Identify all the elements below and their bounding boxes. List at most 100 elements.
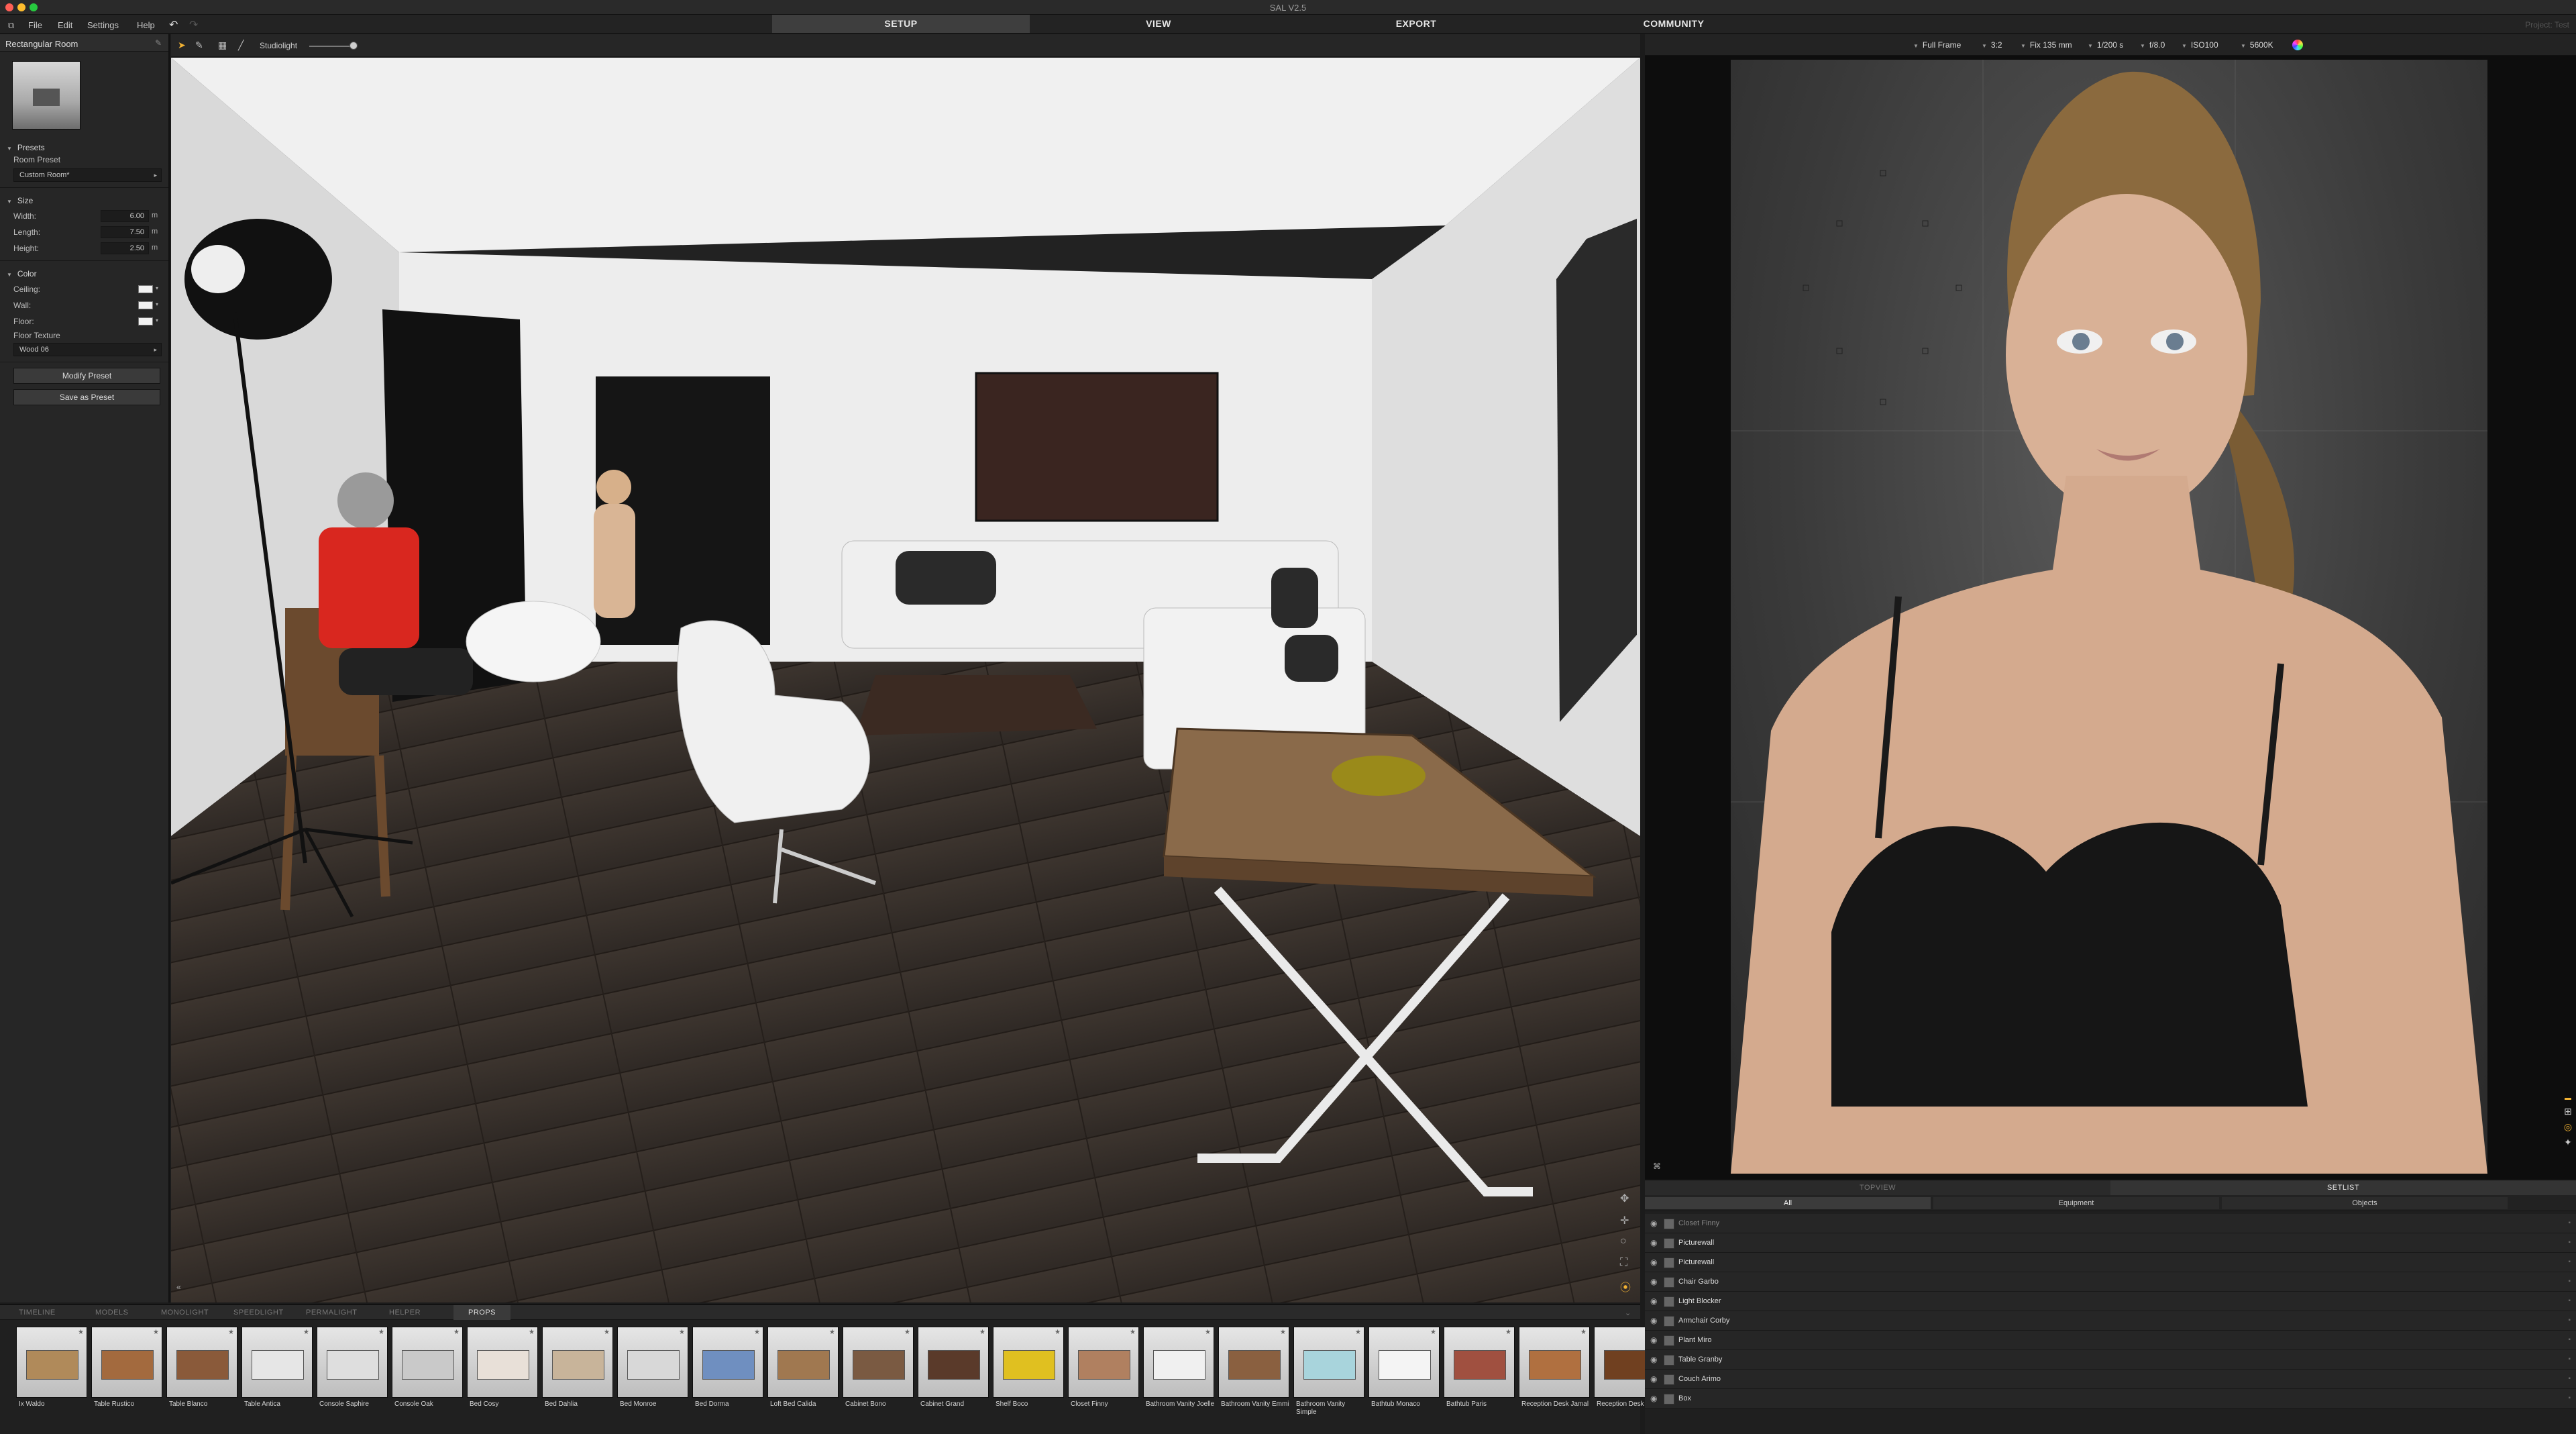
lock-icon[interactable]: ▪ (2568, 1278, 2571, 1285)
prop-item[interactable]: ★ Closet Finny (1068, 1327, 1139, 1427)
length-field[interactable]: 7.50 (101, 226, 149, 238)
filter-equipment[interactable]: Equipment (1933, 1197, 2219, 1209)
slider-handle[interactable] (350, 42, 358, 50)
save-as-preset-button[interactable]: Save as Preset (13, 389, 160, 405)
setlist-row[interactable]: ◉ Box ▪ (1645, 1389, 2576, 1409)
filter-all[interactable]: All (1645, 1197, 1931, 1209)
favorite-icon[interactable]: ★ (979, 1329, 985, 1336)
favorite-icon[interactable]: ★ (453, 1329, 460, 1336)
eye-icon[interactable]: ◉ (1650, 1219, 1657, 1228)
setlist-row[interactable]: ◉ Closet Finny ▪ (1645, 1214, 2576, 1233)
lens-dropdown[interactable]: ▼ Fix 135 mm (2021, 40, 2072, 50)
iso-dropdown[interactable]: ▼ ISO100 (2182, 40, 2218, 50)
prop-item[interactable]: ★ Console Oak (392, 1327, 463, 1427)
studiolight-slider[interactable] (309, 46, 355, 47)
tab-view[interactable]: VIEW (1030, 15, 1287, 33)
menu-settings[interactable]: Settings (87, 20, 119, 30)
tab-helper[interactable]: HELPER (389, 1309, 421, 1317)
setlist-row[interactable]: ◉ Armchair Corby ▪ (1645, 1311, 2576, 1331)
prop-item[interactable]: ★ Reception Desk Jamal (1519, 1327, 1590, 1427)
link-icon[interactable]: ⌘ (1653, 1162, 1661, 1171)
eye-icon[interactable]: ◉ (1650, 1296, 1657, 1306)
3d-viewport[interactable]: ➤ ✎ ▦ ╱ Studiolight ✥ ✛ ○ ⛶ ⦿ « (171, 34, 1640, 1302)
focus-point[interactable] (1836, 220, 1843, 227)
chevron-down-icon[interactable]: ▾ (156, 317, 158, 323)
favorite-icon[interactable]: ★ (1505, 1329, 1511, 1336)
color-section[interactable]: ▼ Color (0, 265, 168, 281)
aspect-dropdown[interactable]: ▼ 3:2 (1982, 40, 2002, 50)
prop-item[interactable]: ★ Table Rustico (91, 1327, 162, 1427)
tab-monolight[interactable]: MONOLIGHT (161, 1309, 209, 1317)
lock-icon[interactable]: ▪ (2568, 1239, 2571, 1246)
setlist-row[interactable]: ◉ Plant Miro ▪ (1645, 1331, 2576, 1350)
filter-objects[interactable]: Objects (2222, 1197, 2508, 1209)
setlist-row[interactable]: ◉ Couch Arimo ▪ (1645, 1370, 2576, 1389)
floor-texture-dropdown[interactable]: Wood 06 ▸ (13, 343, 162, 356)
undo-icon[interactable]: ↶ (169, 18, 178, 32)
aperture-dropdown[interactable]: ▼ f/8.0 (2140, 40, 2165, 50)
floor-color-swatch[interactable] (138, 317, 153, 325)
focus-point[interactable] (1955, 285, 1962, 291)
lock-icon[interactable]: ▪ (2568, 1258, 2571, 1266)
favorite-icon[interactable]: ★ (1355, 1329, 1361, 1336)
focus-mode-icon[interactable]: ◎ (2560, 1121, 2576, 1133)
menu-help[interactable]: Help (137, 20, 155, 30)
prop-item[interactable]: ★ Table Antica (241, 1327, 313, 1427)
grid-icon[interactable]: ▦ (218, 40, 227, 51)
favorite-icon[interactable]: ★ (78, 1329, 84, 1336)
prop-item[interactable]: ★ Cabinet Grand (918, 1327, 989, 1427)
focus-point[interactable] (1880, 170, 1886, 176)
favorite-icon[interactable]: ★ (378, 1329, 384, 1336)
tab-export[interactable]: EXPORT (1287, 15, 1545, 33)
tab-props[interactable]: PROPS (453, 1305, 511, 1320)
tab-timeline[interactable]: TIMELINE (19, 1309, 56, 1317)
collapse-library-icon[interactable]: ⌄ (1625, 1309, 1631, 1317)
chevron-down-icon[interactable]: ▾ (156, 285, 158, 291)
tab-speedlight[interactable]: SPEEDLIGHT (233, 1309, 284, 1317)
prop-item[interactable]: ★ Ix Waldo (16, 1327, 87, 1427)
eye-icon[interactable]: ◉ (1650, 1238, 1657, 1247)
grid-overlay-icon[interactable]: ⊞ (2560, 1106, 2576, 1117)
favorite-icon[interactable]: ★ (604, 1329, 610, 1336)
prop-item[interactable]: ★ Bed Dahlia (542, 1327, 613, 1427)
prop-item[interactable]: ★ Bathroom Vanity Joelle (1143, 1327, 1214, 1427)
favorite-icon[interactable]: ★ (228, 1329, 234, 1336)
menu-edit[interactable]: Edit (58, 20, 72, 30)
eye-icon[interactable]: ◉ (1650, 1258, 1657, 1267)
room-preset-dropdown[interactable]: Custom Room* ▸ (13, 168, 162, 182)
menu-file[interactable]: File (28, 20, 42, 30)
settings-icon[interactable]: ✦ (2560, 1137, 2576, 1148)
favorite-icon[interactable]: ★ (679, 1329, 685, 1336)
camera-view-icon[interactable]: ⦿ (1620, 1278, 1631, 1294)
prop-item[interactable]: ★ Shelf Boco (993, 1327, 1064, 1427)
favorite-icon[interactable]: ★ (1130, 1329, 1136, 1336)
presets-section[interactable]: ▼ Presets (0, 139, 168, 155)
setlist-row[interactable]: ◉ Light Blocker ▪ (1645, 1292, 2576, 1311)
favorite-icon[interactable]: ★ (829, 1329, 835, 1336)
height-field[interactable]: 2.50 (101, 242, 149, 254)
zoom-view-icon[interactable]: ○ (1620, 1235, 1627, 1247)
prop-item[interactable]: ★ Bathtub Paris (1444, 1327, 1515, 1427)
prop-item[interactable]: ★ Bathtub Monaco (1368, 1327, 1440, 1427)
favorite-icon[interactable]: ★ (754, 1329, 760, 1336)
favorite-icon[interactable]: ★ (529, 1329, 535, 1336)
prop-item[interactable]: ★ Loft Bed Calida (767, 1327, 839, 1427)
shutter-dropdown[interactable]: ▼ 1/200 s (2088, 40, 2123, 50)
prop-item[interactable]: ★ Bed Monroe (617, 1327, 688, 1427)
tab-models[interactable]: MODELS (95, 1309, 128, 1317)
favorite-icon[interactable]: ★ (1055, 1329, 1061, 1336)
size-section[interactable]: ▼ Size (0, 192, 168, 208)
prop-item[interactable]: ★ Bathroom Vanity Emmi (1218, 1327, 1289, 1427)
prop-item[interactable]: ★ Bed Cosy (467, 1327, 538, 1427)
tab-permalight[interactable]: PERMALIGHT (306, 1309, 358, 1317)
tab-setup[interactable]: SETUP (772, 15, 1030, 33)
lock-icon[interactable]: ▪ (2568, 1394, 2571, 1402)
chevron-down-icon[interactable]: ▾ (156, 301, 158, 307)
eye-icon[interactable]: ◉ (1650, 1335, 1657, 1345)
pen-icon[interactable]: ✎ (195, 40, 203, 51)
sensor-dropdown[interactable]: ▼ Full Frame (1913, 40, 1961, 50)
setlist-row[interactable]: ◉ Table Granby ▪ (1645, 1350, 2576, 1370)
favorite-icon[interactable]: ★ (303, 1329, 309, 1336)
eye-icon[interactable]: ◉ (1650, 1316, 1657, 1325)
redo-icon[interactable]: ↷ (189, 18, 198, 32)
